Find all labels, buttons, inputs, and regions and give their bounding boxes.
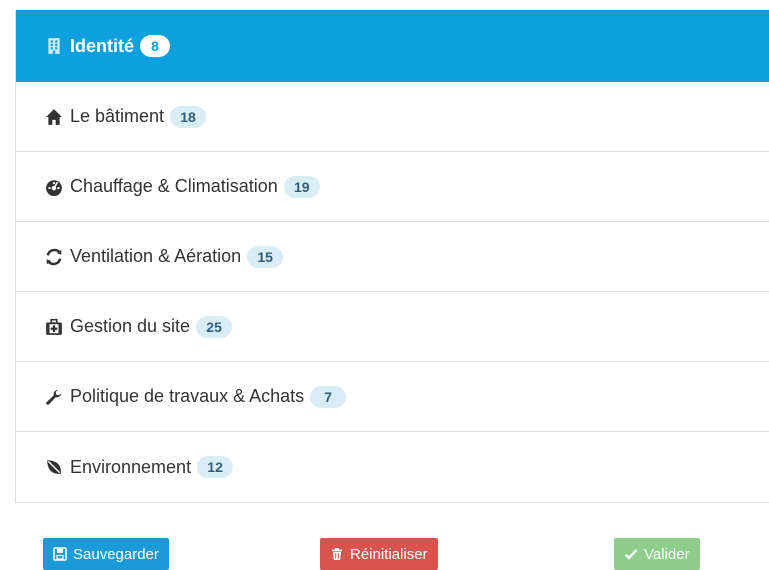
count-badge: 7: [310, 385, 347, 408]
menu-item-environnement[interactable]: Environnement 12: [16, 432, 769, 502]
count-badge: 15: [247, 245, 284, 268]
menu-item-label: Gestion du site: [70, 316, 191, 336]
refresh-icon: [44, 247, 64, 267]
save-button[interactable]: Sauvegarder: [43, 538, 169, 570]
trash-icon: [330, 547, 344, 561]
menu-item-label: Le bâtiment: [70, 106, 165, 126]
building-icon: [44, 36, 64, 56]
count-badge: 19: [283, 175, 320, 198]
menu-item-gestion[interactable]: Gestion du site 25: [16, 292, 769, 362]
menu-item-batiment[interactable]: Le bâtiment 18: [16, 82, 769, 152]
save-button-label: Sauvegarder: [73, 545, 159, 563]
menu-item-label: Politique de travaux & Achats: [70, 386, 305, 406]
menu-item-politique[interactable]: Politique de travaux & Achats 7: [16, 362, 769, 432]
leaf-icon: [44, 457, 64, 477]
floppy-disk-icon: [53, 547, 67, 561]
form-actions: Sauvegarder Réinitialiser Valider: [0, 538, 769, 570]
medkit-icon: [44, 317, 64, 337]
count-badge: 25: [196, 315, 233, 338]
menu-item-label: Identité: [70, 35, 135, 56]
menu-item-identite[interactable]: Identité 8: [16, 10, 769, 82]
menu-item-chauffage[interactable]: Chauffage & Climatisation 19: [16, 152, 769, 222]
home-icon: [44, 107, 64, 127]
menu-item-ventilation[interactable]: Ventilation & Aération 15: [16, 222, 769, 292]
menu-item-label: Ventilation & Aération: [70, 246, 242, 266]
count-badge: 12: [197, 456, 234, 478]
menu-item-label: Environnement: [70, 456, 192, 477]
dashboard-icon: [44, 177, 64, 197]
validate-button[interactable]: Valider: [614, 538, 700, 570]
menu-item-label: Chauffage & Climatisation: [70, 176, 278, 196]
check-icon: [624, 547, 638, 561]
count-badge: 18: [170, 105, 207, 128]
section-menu: Identité 8 Le bâtiment 18 Chauffage & Cl…: [15, 10, 769, 503]
count-badge: 8: [140, 35, 171, 57]
wrench-icon: [44, 387, 64, 407]
reset-button[interactable]: Réinitialiser: [320, 538, 438, 570]
validate-button-label: Valider: [644, 545, 690, 563]
reset-button-label: Réinitialiser: [350, 545, 428, 563]
